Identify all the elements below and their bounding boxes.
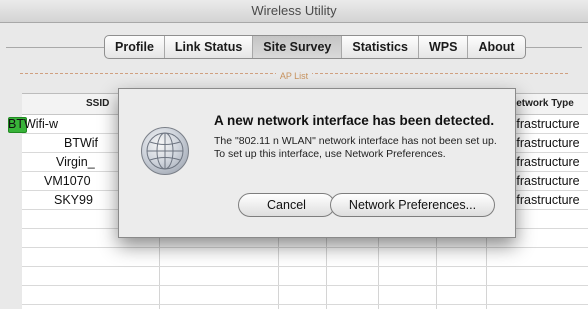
alert-message: The "802.11 n WLAN" network interface ha… [214, 135, 497, 160]
tab-about[interactable]: About [468, 36, 524, 58]
network-type-cell: Infrastructure [506, 136, 580, 150]
network-preferences-button[interactable]: Network Preferences... [330, 193, 495, 217]
window-title: Wireless Utility [0, 0, 588, 23]
ssid-cell: VM1070 [44, 174, 91, 188]
tab-statistics[interactable]: Statistics [342, 36, 419, 58]
new-interface-alert-dialog: A new network interface has been detecte… [118, 88, 516, 238]
ssid-cell: Virgin_ [56, 155, 95, 169]
ssid-cell: SKY99 [54, 193, 93, 207]
table-row [22, 248, 588, 267]
tab-bar: Profile Link Status Site Survey Statisti… [104, 35, 526, 59]
tab-link-status[interactable]: Link Status [165, 36, 254, 58]
alert-title: A new network interface has been detecte… [214, 113, 495, 128]
ap-list-header: AP List [20, 71, 568, 88]
ssid-cell: BTWifi-w [8, 117, 58, 131]
table-row [22, 267, 588, 286]
table-row [22, 286, 588, 305]
tab-profile[interactable]: Profile [105, 36, 165, 58]
column-header-ssid[interactable]: SSID [86, 94, 109, 114]
ap-list-label: AP List [275, 71, 313, 81]
network-type-cell: Infrastructure [506, 155, 580, 169]
network-type-cell: Infrastructure [506, 117, 580, 131]
ssid-cell: BTWif [64, 136, 99, 150]
network-type-cell: Infrastructure [506, 193, 580, 207]
tab-wps[interactable]: WPS [419, 36, 469, 58]
column-header-network-type[interactable]: Network Type [509, 94, 574, 114]
wireless-utility-window: Wireless Utility Profile Link Status Sit… [0, 0, 588, 309]
tab-site-survey[interactable]: Site Survey [253, 36, 343, 58]
network-type-cell: Infrastructure [506, 174, 580, 188]
network-globe-icon [141, 127, 189, 175]
cancel-button[interactable]: Cancel [238, 193, 335, 217]
